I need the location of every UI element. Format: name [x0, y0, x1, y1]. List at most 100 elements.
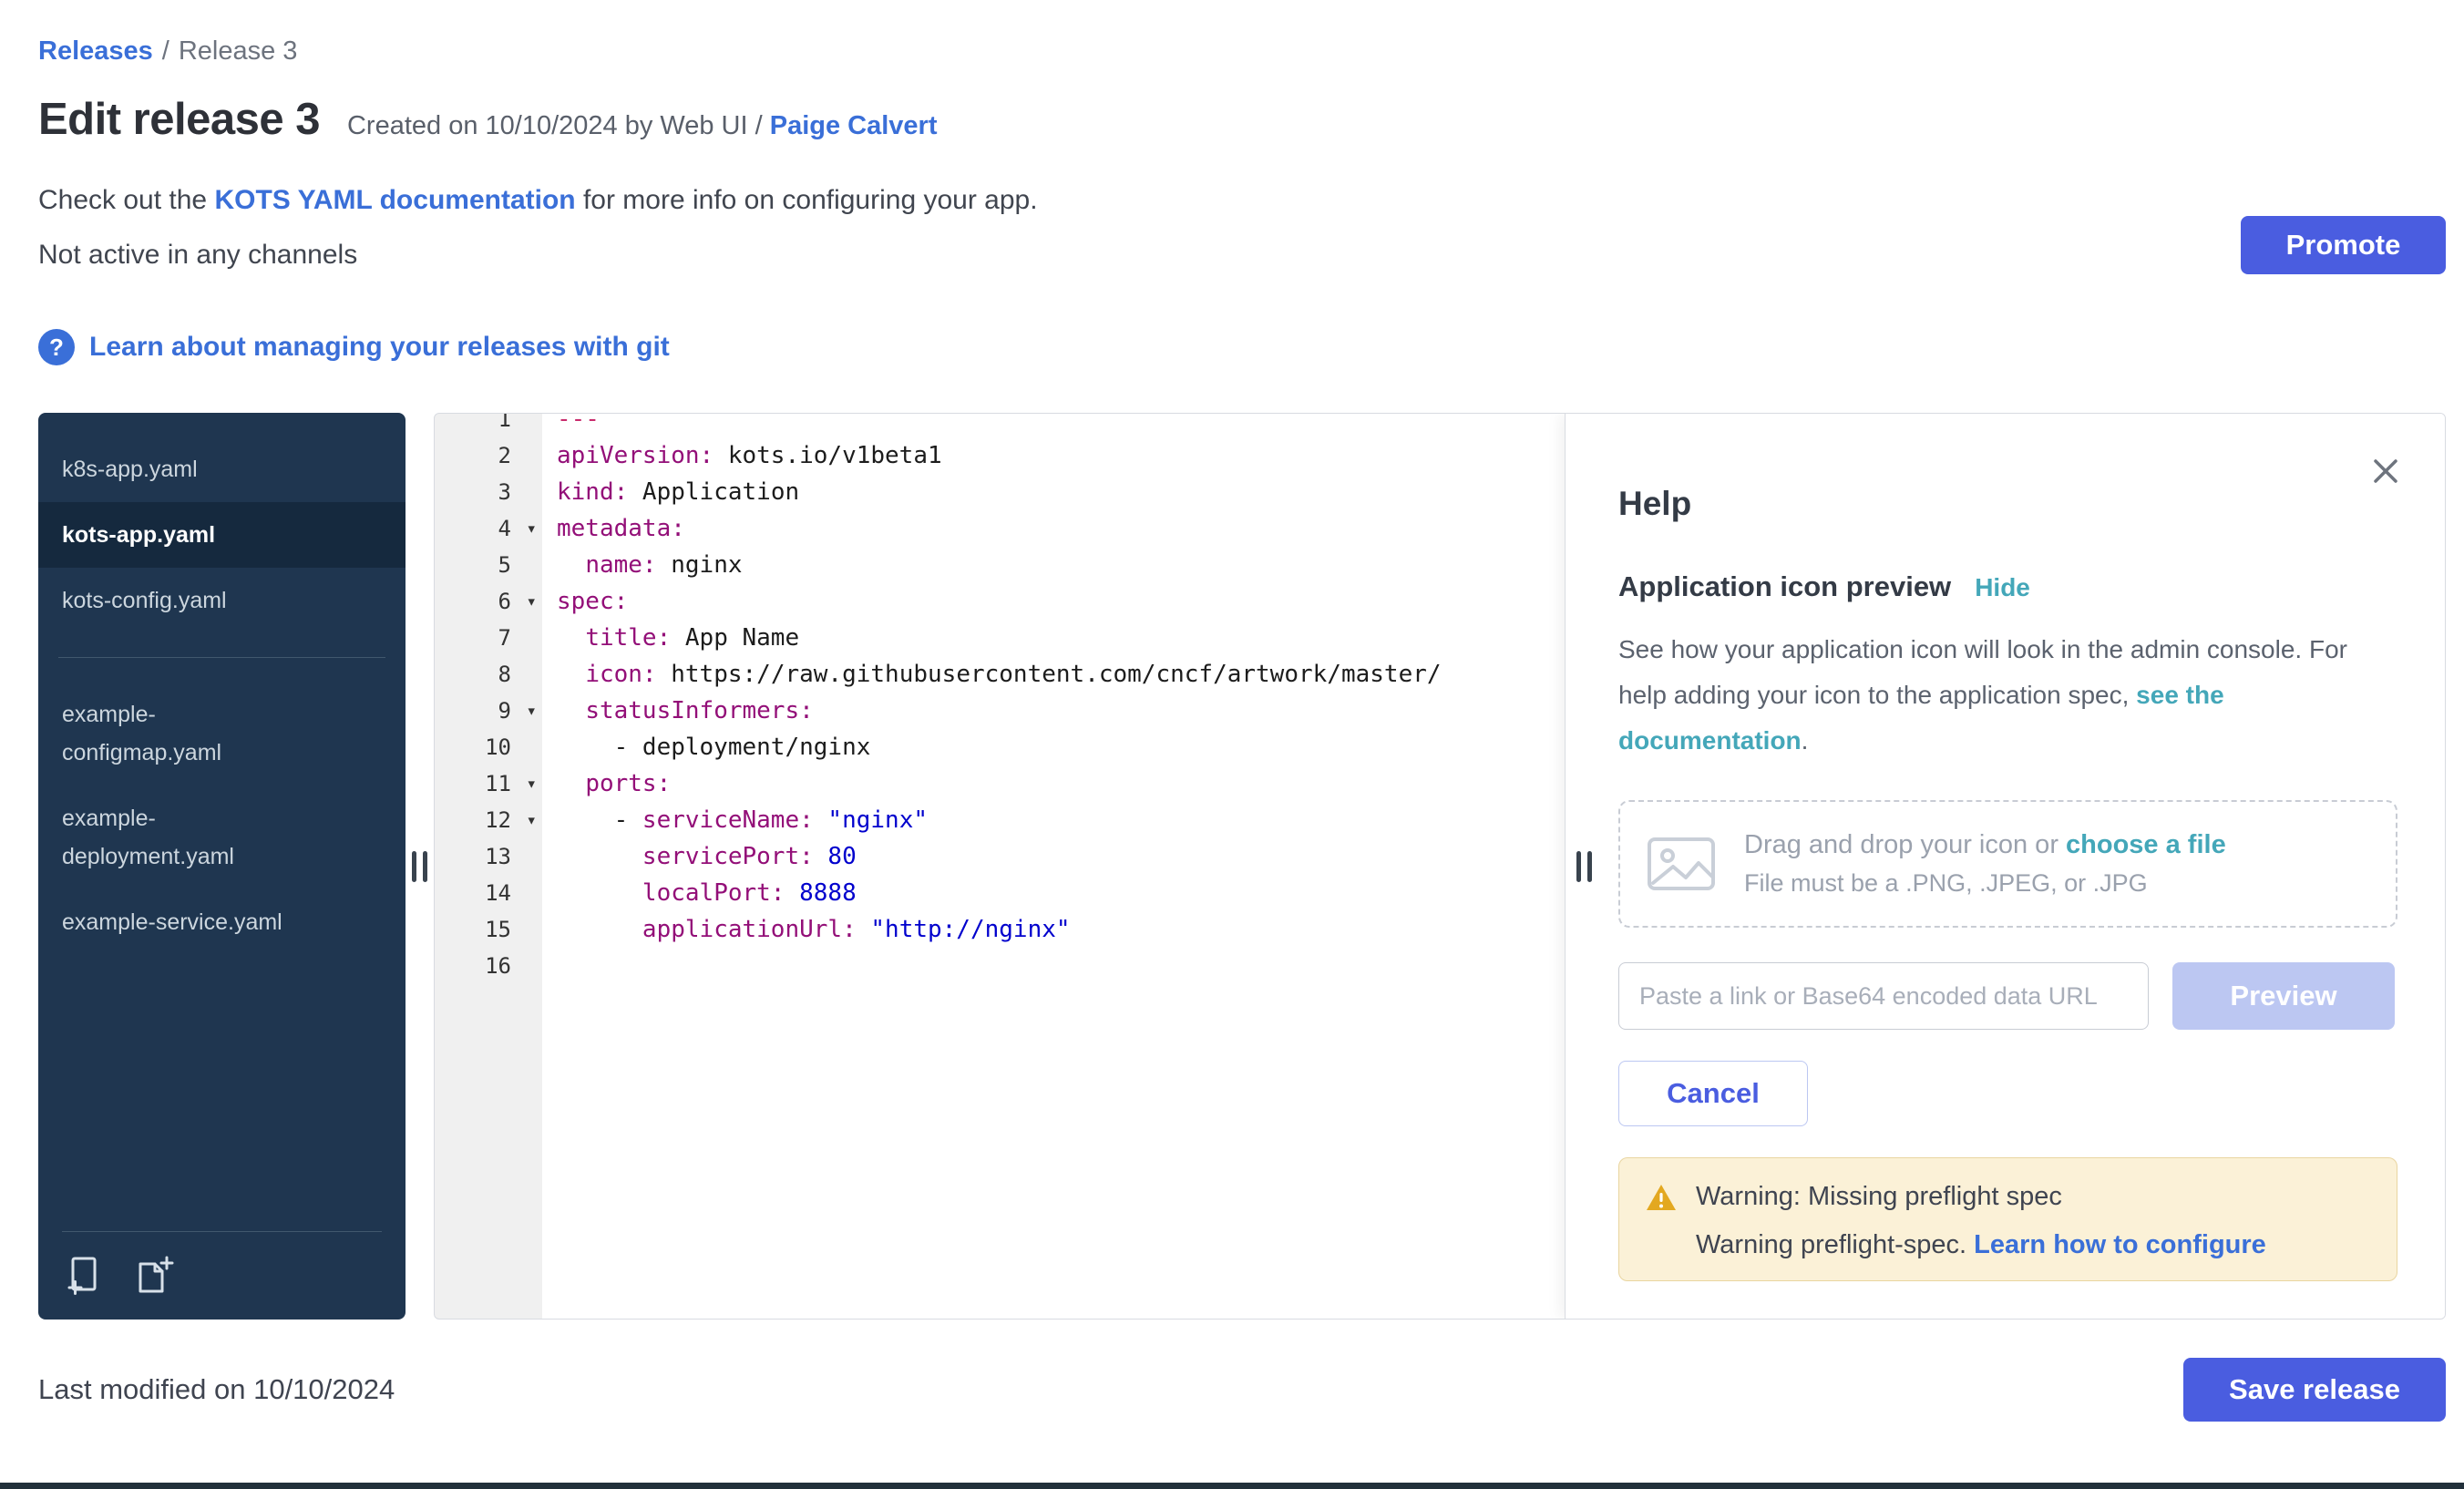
warning-icon [1645, 1183, 1678, 1212]
close-icon[interactable] [2368, 454, 2403, 488]
code-line-11[interactable]: 11▾ ports: [435, 765, 1565, 802]
code-text[interactable]: localPort: 8888 [542, 875, 1565, 911]
sidebar-resize-handle[interactable] [412, 851, 427, 882]
bottom-window-edge [0, 1483, 2464, 1489]
dropzone-hint: File must be a .PNG, .JPEG, or .JPG [1744, 869, 2226, 898]
code-text[interactable] [542, 948, 1565, 984]
git-help-link[interactable]: ? Learn about managing your releases wit… [38, 329, 2446, 365]
icon-preview-title: Application icon preview [1618, 570, 1951, 603]
file-item-example-deployment.yaml[interactable]: example-deployment.yaml [38, 786, 406, 889]
code-line-10[interactable]: 10 - deployment/nginx [435, 729, 1565, 765]
preview-button[interactable]: Preview [2172, 962, 2395, 1030]
warning-detail-text: Warning preflight-spec. [1696, 1230, 1974, 1259]
save-release-button[interactable]: Save release [2183, 1358, 2446, 1422]
image-icon [1646, 836, 1717, 892]
code-line-3[interactable]: 3kind: Application [435, 474, 1565, 510]
code-text[interactable]: ports: [542, 765, 1565, 802]
fold-caret-icon[interactable]: ▾ [527, 802, 537, 838]
line-number: 3 [435, 474, 542, 510]
line-number: 10 [435, 729, 542, 765]
line-number: 13 [435, 838, 542, 875]
code-text[interactable]: icon: https://raw.githubusercontent.com/… [542, 656, 1565, 693]
code-line-16[interactable]: 16 [435, 948, 1565, 984]
line-number: 15 [435, 911, 542, 948]
kots-yaml-docs-link[interactable]: KOTS YAML documentation [214, 185, 575, 215]
line-number: 2 [435, 437, 542, 474]
code-line-5[interactable]: 5 name: nginx [435, 547, 1565, 583]
page-title: Edit release 3 [38, 94, 320, 145]
fold-caret-icon[interactable]: ▾ [527, 693, 537, 729]
promote-button[interactable]: Promote [2241, 216, 2446, 274]
editor-lines[interactable]: 1---2apiVersion: kots.io/v1beta13kind: A… [435, 413, 1565, 1319]
new-file-icon[interactable] [131, 1254, 175, 1298]
breadcrumb-current: Release 3 [179, 36, 298, 66]
code-line-12[interactable]: 12▾ - serviceName: "nginx" [435, 802, 1565, 838]
code-text[interactable]: name: nginx [542, 547, 1565, 583]
code-text[interactable]: title: App Name [542, 620, 1565, 656]
icon-preview-description: See how your application icon will look … [1618, 627, 2388, 764]
code-text[interactable]: applicationUrl: "http://nginx" [542, 911, 1565, 948]
add-file-icon[interactable] [62, 1254, 106, 1298]
file-item-example-service.yaml[interactable]: example-service.yaml [38, 889, 406, 955]
warning-detail: Warning preflight-spec. Learn how to con… [1696, 1230, 2371, 1260]
help-panel: Help Application icon preview Hide See h… [1565, 414, 2445, 1319]
choose-file-link[interactable]: choose a file [2066, 830, 2226, 859]
code-text[interactable]: kind: Application [542, 474, 1565, 510]
code-text[interactable]: spec: [542, 583, 1565, 620]
git-help-label: Learn about managing your releases with … [89, 332, 670, 363]
file-item-k8s-app.yaml[interactable]: k8s-app.yaml [38, 436, 406, 502]
file-list: k8s-app.yamlkots-app.yamlkots-config.yam… [38, 436, 406, 955]
created-author-link[interactable]: Paige Calvert [770, 111, 938, 140]
breadcrumb-releases-link[interactable]: Releases [38, 36, 153, 66]
code-line-9[interactable]: 9▾ statusInformers: [435, 693, 1565, 729]
dropzone-text-prefix: Drag and drop your icon or [1744, 830, 2066, 859]
hide-link[interactable]: Hide [1975, 573, 2030, 602]
warning-box: Warning: Missing preflight spec Warning … [1618, 1157, 2397, 1281]
line-number: 6▾ [435, 583, 542, 620]
docs-note-before: Check out the [38, 185, 214, 215]
code-text[interactable]: statusInformers: [542, 693, 1565, 729]
line-number: 1 [435, 413, 542, 437]
code-line-8[interactable]: 8 icon: https://raw.githubusercontent.co… [435, 656, 1565, 693]
file-item-example-configmap.yaml[interactable]: example-configmap.yaml [38, 682, 406, 786]
code-line-1[interactable]: 1--- [435, 413, 1565, 437]
warning-title: Warning: Missing preflight spec [1696, 1182, 2062, 1212]
icon-dropzone[interactable]: Drag and drop your icon or choose a file… [1618, 800, 2397, 928]
help-title: Help [1618, 485, 2397, 523]
line-number: 9▾ [435, 693, 542, 729]
code-line-7[interactable]: 7 title: App Name [435, 620, 1565, 656]
question-icon: ? [38, 329, 75, 365]
icon-url-input[interactable] [1618, 962, 2149, 1030]
code-text[interactable]: - deployment/nginx [542, 729, 1565, 765]
fold-caret-icon[interactable]: ▾ [527, 583, 537, 620]
code-line-13[interactable]: 13 servicePort: 80 [435, 838, 1565, 875]
line-number: 7 [435, 620, 542, 656]
sidebar-bottom [38, 1231, 406, 1298]
learn-how-to-configure-link[interactable]: Learn how to configure [1974, 1230, 2266, 1259]
sidebar-bottom-divider [62, 1231, 382, 1232]
code-text[interactable]: servicePort: 80 [542, 838, 1565, 875]
line-number: 8 [435, 656, 542, 693]
code-line-14[interactable]: 14 localPort: 8888 [435, 875, 1565, 911]
line-number: 14 [435, 875, 542, 911]
code-text[interactable]: - serviceName: "nginx" [542, 802, 1565, 838]
code-text[interactable]: metadata: [542, 510, 1565, 547]
code-line-4[interactable]: 4▾metadata: [435, 510, 1565, 547]
file-item-kots-config.yaml[interactable]: kots-config.yaml [38, 568, 406, 633]
code-line-2[interactable]: 2apiVersion: kots.io/v1beta1 [435, 437, 1565, 474]
fold-caret-icon[interactable]: ▾ [527, 510, 537, 547]
last-modified-text: Last modified on 10/10/2024 [38, 1373, 395, 1406]
code-text[interactable]: --- [542, 413, 1565, 437]
help-resize-handle[interactable] [1576, 851, 1592, 882]
cancel-button[interactable]: Cancel [1618, 1061, 1808, 1126]
file-item-kots-app.yaml[interactable]: kots-app.yaml [38, 502, 406, 568]
code-line-15[interactable]: 15 applicationUrl: "http://nginx" [435, 911, 1565, 948]
description-text: See how your application icon will look … [1618, 635, 2347, 709]
code-line-6[interactable]: 6▾spec: [435, 583, 1565, 620]
created-text: Created on 10/10/2024 by Web UI / [347, 111, 763, 140]
file-sidebar: k8s-app.yamlkots-app.yamlkots-config.yam… [38, 413, 406, 1320]
line-number: 4▾ [435, 510, 542, 547]
channel-status: Not active in any channels [38, 240, 2446, 271]
code-text[interactable]: apiVersion: kots.io/v1beta1 [542, 437, 1565, 474]
fold-caret-icon[interactable]: ▾ [527, 765, 537, 802]
